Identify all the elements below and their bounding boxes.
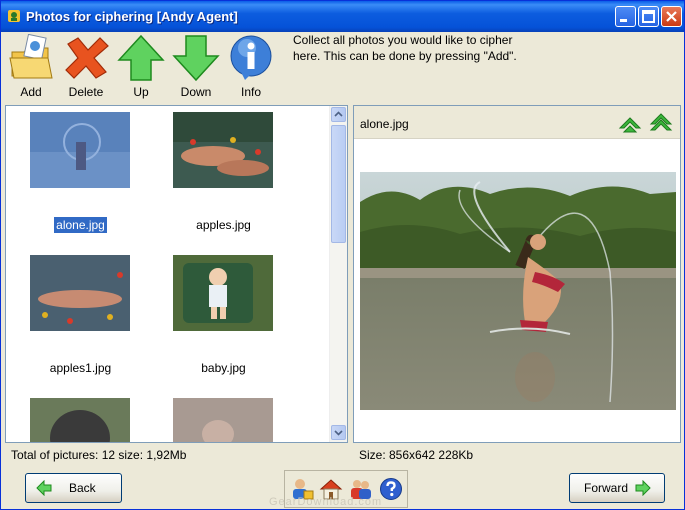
thumbnail-label: apples.jpg [196, 218, 251, 232]
preview-size-status: Size: 856x642 228Kb [359, 448, 474, 462]
preview-header: alone.jpg [354, 106, 680, 139]
close-icon [666, 11, 677, 22]
toolbar: Add Delete Up Down Info Collect all phot… [1, 32, 684, 103]
forward-button[interactable]: Forward [569, 473, 665, 503]
window-title: Photos for ciphering [Andy Agent] [26, 9, 238, 24]
watermark: GearDownload.com [269, 496, 383, 508]
up-label: Up [133, 85, 149, 99]
close-button[interactable] [661, 6, 682, 27]
thumbnail-item[interactable] [9, 394, 152, 442]
info-label: Info [240, 85, 261, 99]
add-label: Add [20, 85, 42, 99]
back-label: Back [69, 481, 96, 495]
next-photo-icon[interactable] [649, 112, 673, 134]
app-icon [8, 10, 20, 22]
delete-label: Delete [68, 85, 104, 99]
thumbnail-item[interactable]: apples.jpg [152, 108, 295, 248]
thumbnail-item[interactable]: alone.jpg [9, 108, 152, 248]
scroll-down-icon [334, 430, 343, 436]
thumbnail-image [173, 398, 273, 442]
scroll-up-button[interactable] [331, 107, 346, 122]
scroll-down-button[interactable] [331, 425, 346, 440]
preview-pane: alone.jpg [353, 105, 681, 443]
thumbnail-image [173, 255, 273, 331]
preview-image [360, 172, 676, 410]
thumbnail-label: apples1.jpg [49, 361, 112, 375]
forward-arrow-icon [635, 480, 651, 496]
add-button[interactable]: Add [6, 34, 56, 100]
up-arrow-icon [117, 34, 165, 81]
thumbnail-image [173, 112, 273, 188]
thumbnail-image [30, 255, 130, 331]
previous-photo-icon[interactable] [618, 112, 642, 134]
main-window: Photos for ciphering [Andy Agent] Add De… [0, 0, 685, 510]
maximize-button[interactable] [638, 6, 659, 27]
forward-label: Forward [584, 481, 629, 495]
thumbnail-list[interactable]: alone.jpg apples.jpg apples1.jpg baby.jp… [5, 105, 348, 443]
bottom-bar: Back GearDownload.com Forward [1, 467, 684, 509]
back-arrow-icon [36, 480, 52, 496]
minimize-button[interactable] [615, 6, 636, 27]
thumbnail-item[interactable]: baby.jpg [152, 251, 295, 391]
down-arrow-icon [172, 35, 220, 82]
thumbnail-label: alone.jpg [53, 216, 108, 234]
minimize-icon [620, 19, 627, 22]
title-bar[interactable]: Photos for ciphering [Andy Agent] [1, 1, 684, 32]
thumbnail-item[interactable] [152, 394, 295, 442]
thumbnail-scrollbar[interactable] [329, 106, 347, 442]
back-button[interactable]: Back [25, 473, 122, 503]
maximize-icon [642, 10, 655, 23]
info-button[interactable]: Info [226, 34, 276, 100]
total-pictures-status: Total of pictures: 12 size: 1,92Mb [11, 448, 187, 462]
thumbnail-label: baby.jpg [201, 361, 246, 375]
down-label: Down [180, 85, 212, 99]
delete-x-icon [65, 37, 109, 79]
thumbnail-image [30, 398, 130, 442]
delete-button[interactable]: Delete [61, 34, 111, 100]
down-button[interactable]: Down [171, 34, 221, 100]
scroll-up-icon [334, 111, 343, 117]
scroll-thumb[interactable] [331, 125, 346, 243]
preview-filename: alone.jpg [360, 117, 409, 131]
add-folder-icon [9, 34, 53, 79]
help-icon[interactable] [379, 477, 403, 501]
up-button[interactable]: Up [116, 34, 166, 100]
thumbnail-image [30, 112, 130, 188]
thumbnail-item[interactable]: apples1.jpg [9, 251, 152, 391]
info-icon [230, 35, 272, 80]
hint-text: Collect all photos you would like to cip… [293, 33, 517, 63]
